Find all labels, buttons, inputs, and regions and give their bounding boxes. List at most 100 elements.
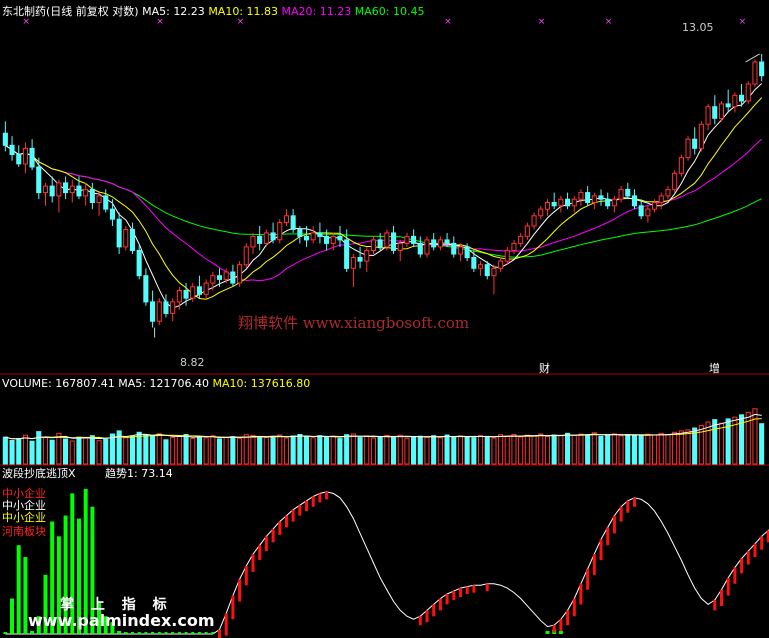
- volume-bar: [22, 434, 28, 465]
- candle-up: [658, 195, 664, 203]
- candle-down: [344, 239, 350, 269]
- volume-bar: [571, 434, 577, 465]
- candle-up: [277, 222, 283, 241]
- trend-rise-mark: [425, 610, 429, 623]
- bottom-signal-bar: [545, 631, 550, 634]
- trend-rise-mark: [298, 505, 302, 516]
- candle-up: [685, 138, 691, 159]
- volume-bar: [578, 433, 584, 465]
- volume-bar: [444, 434, 450, 465]
- ma10-value: 11.83: [246, 5, 279, 18]
- increase-marker[interactable]: 增: [709, 360, 720, 376]
- candle-down: [484, 264, 490, 277]
- ma60-value: 10.45: [392, 5, 425, 18]
- volume-bar: [257, 436, 263, 465]
- volume-bar: [270, 435, 276, 465]
- trend-value: 73.14: [141, 467, 173, 480]
- volume-bar: [504, 435, 510, 465]
- candle-down: [290, 215, 296, 230]
- volume-bar: [330, 435, 336, 465]
- trend-rise-mark: [452, 591, 456, 601]
- volume-bar: [524, 434, 530, 465]
- event-marker: ×: [444, 17, 452, 27]
- candle-down: [377, 239, 383, 248]
- volume-bar: [498, 434, 504, 465]
- candle-down: [444, 239, 450, 244]
- candle-up: [176, 290, 182, 303]
- volume-bar: [143, 434, 149, 465]
- brand-watermark: 翔博软件 www.xiangbosoft.com: [238, 314, 470, 332]
- volume-bar: [417, 435, 423, 465]
- candle-down: [143, 275, 149, 303]
- trend-rise-mark: [720, 589, 723, 606]
- candle-up: [571, 198, 577, 207]
- candle-down: [638, 205, 644, 217]
- candle-down: [2, 132, 8, 146]
- candle-down: [116, 218, 122, 248]
- trend-floor-mark: [97, 632, 101, 634]
- bottom-signal-bar: [16, 545, 21, 634]
- vol-ma10-value: 137616.80: [250, 377, 311, 390]
- candle-up: [170, 301, 176, 314]
- candle-down: [257, 235, 263, 244]
- candle-down: [317, 232, 323, 237]
- finance-marker[interactable]: 财: [539, 360, 550, 376]
- candle-down: [136, 249, 142, 277]
- volume-bar: [712, 419, 718, 465]
- candle-up: [190, 286, 196, 299]
- candle-up: [498, 260, 504, 269]
- trend-floor-mark: [3, 632, 7, 634]
- candle-down: [585, 192, 591, 204]
- candle-down: [739, 94, 745, 102]
- volume-bar: [631, 434, 638, 465]
- candle-down: [431, 239, 437, 248]
- candle-up: [504, 249, 510, 262]
- volume-bar: [544, 436, 551, 465]
- candle-up: [56, 182, 62, 197]
- candle-up: [223, 271, 229, 280]
- candle-down: [76, 185, 82, 197]
- volume-bar: [183, 434, 189, 465]
- candle-up: [732, 94, 738, 108]
- legend-henan: 河南板块: [2, 525, 46, 538]
- trend-floor-mark: [164, 632, 168, 634]
- ma5-label: MA5:: [142, 5, 170, 18]
- trend-rise-mark: [258, 545, 262, 561]
- candle-down: [324, 235, 330, 244]
- trend-rise-mark: [485, 583, 489, 592]
- candle-down: [451, 242, 457, 255]
- candle-up: [478, 264, 484, 269]
- trend-rise-mark: [238, 579, 242, 602]
- ma20-label: MA20:: [281, 5, 317, 18]
- candle-down: [150, 301, 156, 322]
- volume-bar: [76, 436, 82, 465]
- candle-down: [631, 195, 638, 207]
- candle-up: [283, 215, 289, 224]
- candle-down: [63, 182, 69, 194]
- ma5-line: [5, 83, 763, 309]
- candle-up: [424, 239, 430, 255]
- volume-bar: [377, 436, 383, 465]
- trend-rise-mark: [271, 528, 275, 543]
- candle-up: [243, 246, 249, 266]
- volume-bar: [243, 434, 249, 465]
- trend-rise-mark: [612, 515, 616, 534]
- trend-rise-mark: [753, 543, 757, 558]
- trend-floor-mark: [124, 632, 128, 634]
- ma10-label: MA10:: [208, 5, 244, 18]
- volume-bar: [136, 431, 142, 465]
- volume-bar: [625, 434, 631, 465]
- candle-up: [558, 198, 564, 207]
- candle-up: [203, 282, 209, 295]
- volume-bar: [123, 437, 129, 465]
- volume-bar: [170, 437, 176, 465]
- indicator-title: 波段抄底逃顶X: [2, 467, 76, 480]
- candle-down: [36, 166, 42, 194]
- volume-bar: [29, 440, 35, 465]
- vol-ma5-value: 121706.40: [149, 377, 210, 390]
- trend-rise-mark: [579, 583, 583, 605]
- trend-floor-mark: [137, 632, 141, 634]
- trend-floor-mark: [30, 632, 34, 634]
- volume-bar: [109, 433, 116, 465]
- trend-rise-mark: [566, 610, 570, 626]
